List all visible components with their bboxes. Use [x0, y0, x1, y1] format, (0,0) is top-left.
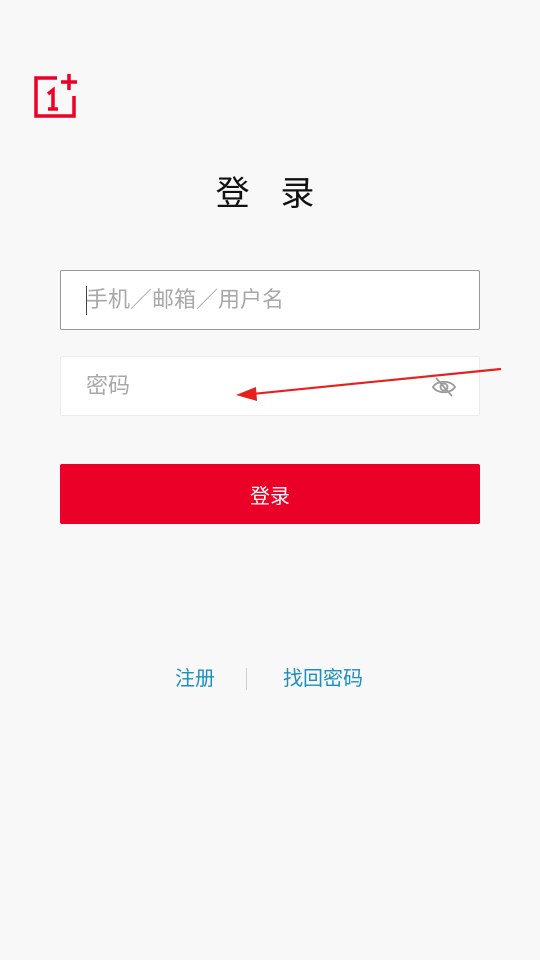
account-links: 注册 找回密码 [0, 662, 540, 694]
link-divider [246, 668, 247, 690]
password-field-container[interactable] [60, 356, 480, 416]
text-cursor [86, 286, 87, 315]
page-title: 登 录 [215, 174, 325, 214]
forgot-password-link[interactable]: 找回密码 [283, 662, 363, 694]
username-field-container[interactable] [60, 270, 480, 330]
login-button[interactable]: 登录 [60, 464, 480, 524]
eye-hidden-icon[interactable] [431, 375, 457, 399]
register-link[interactable]: 注册 [175, 662, 215, 694]
oneplus-logo-icon [34, 74, 77, 118]
username-input[interactable] [61, 271, 479, 329]
password-input[interactable] [61, 357, 479, 415]
